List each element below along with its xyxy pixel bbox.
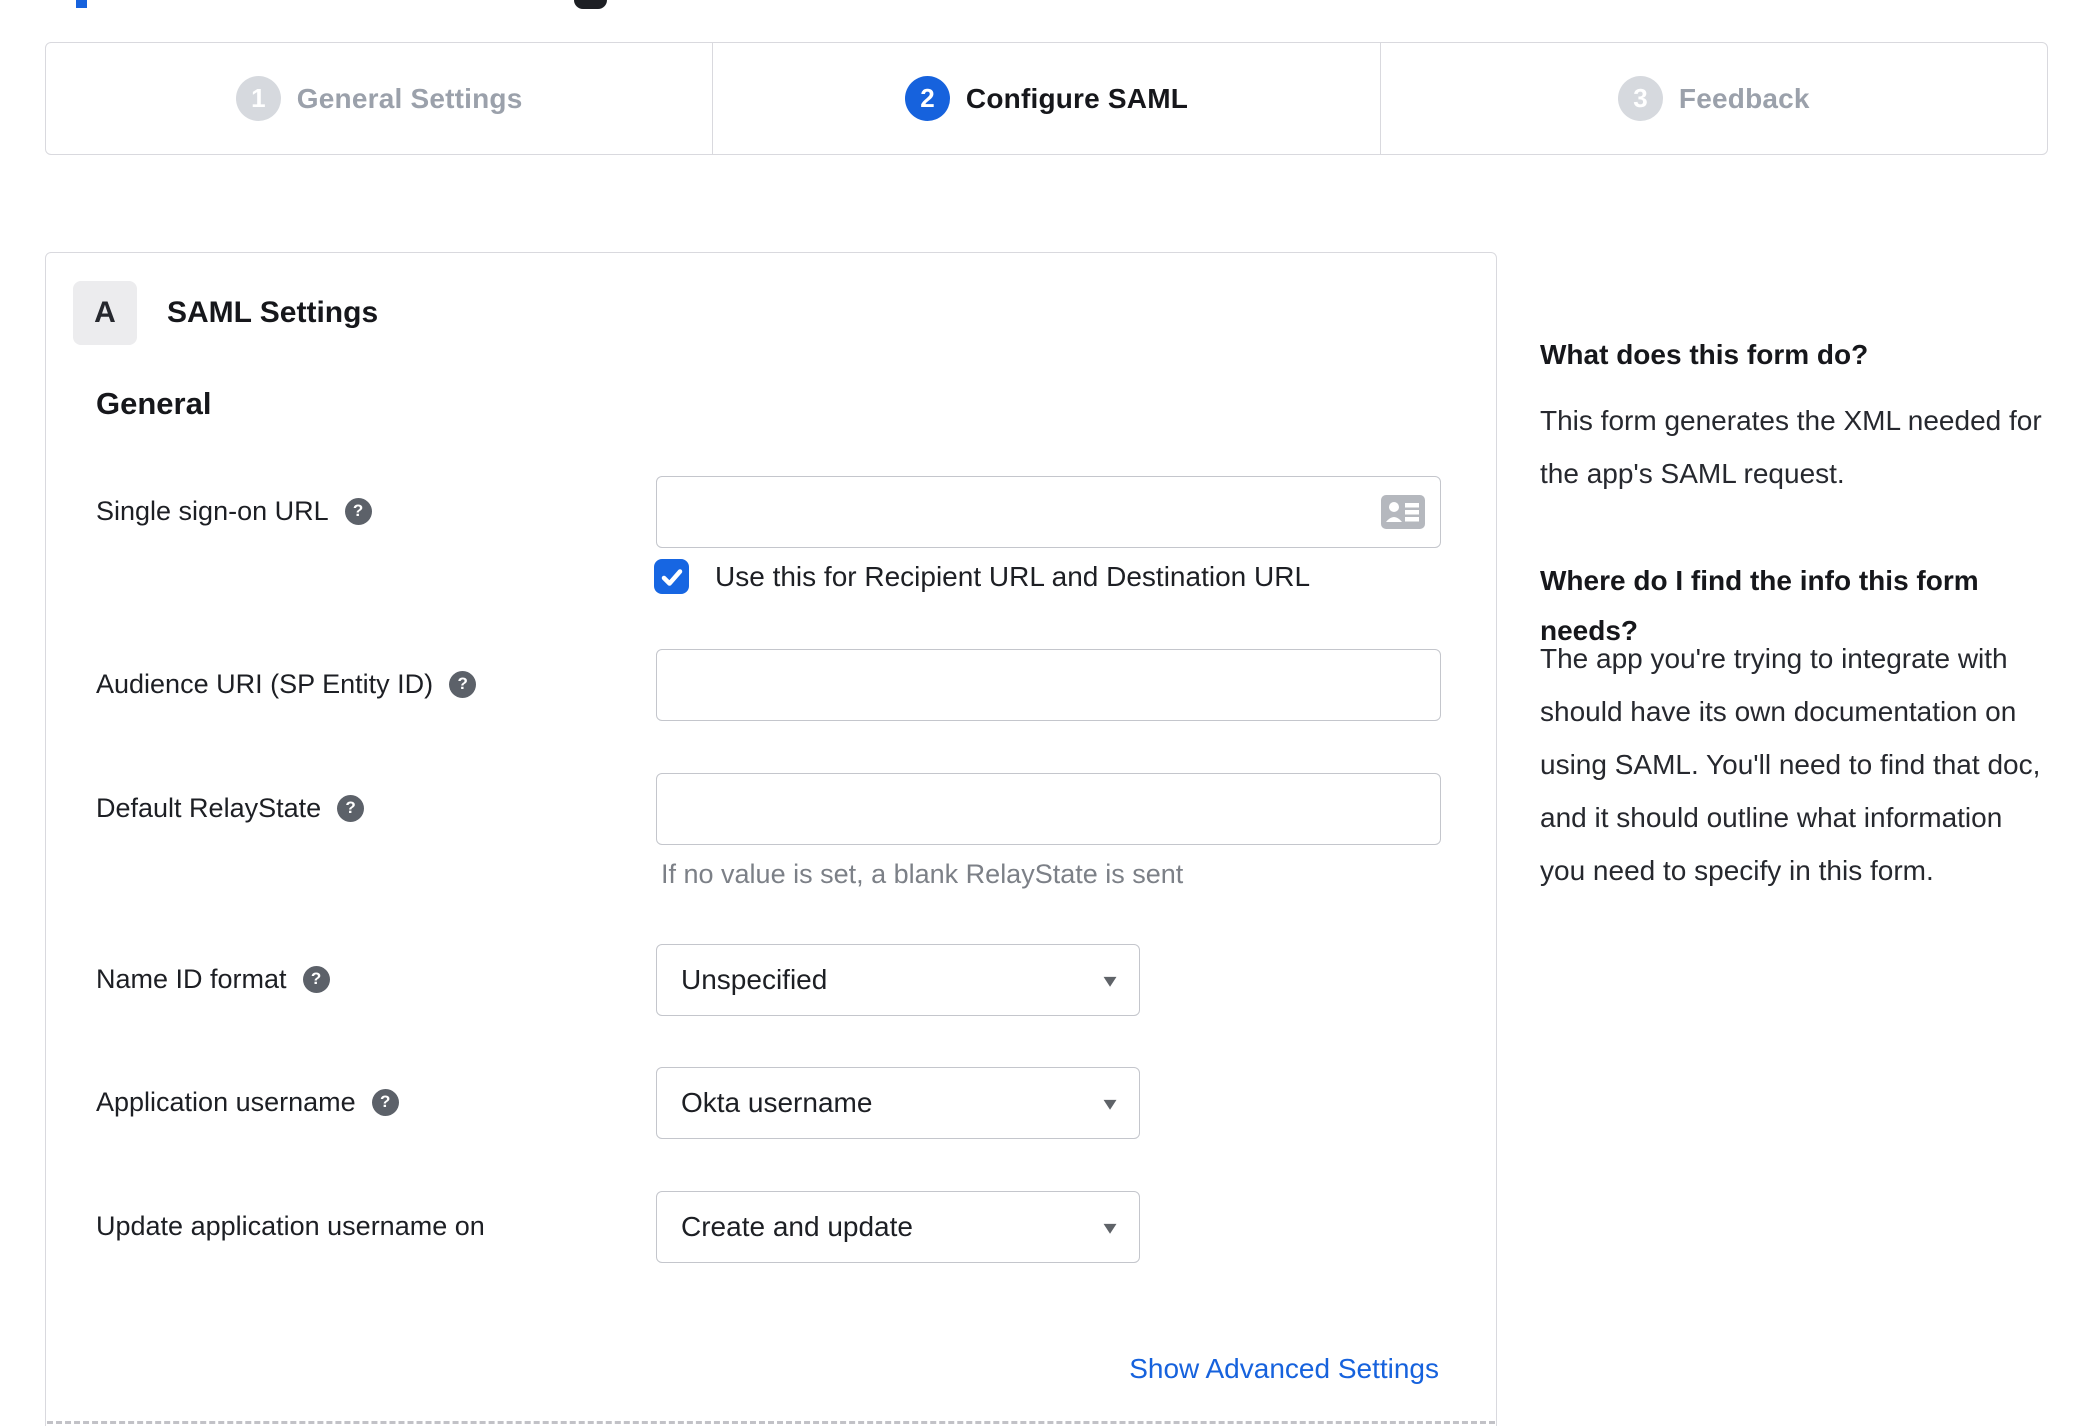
section-a-badge: A (73, 281, 137, 345)
select-value: Okta username (681, 1087, 873, 1118)
field-label: Default RelayState (96, 792, 322, 823)
sidebar-body-what: This form generates the XML needed for t… (1540, 405, 2042, 489)
sso-url-label-row: Single sign-on URL ? (96, 493, 372, 529)
sidebar-body-where: The app you're trying to integrate with … (1540, 643, 2041, 886)
help-icon[interactable]: ? (449, 670, 477, 698)
saml-settings-panel: A SAML Settings General Single sign-on U… (45, 252, 1497, 1426)
recipient-url-checkbox-row: Use this for Recipient URL and Destinati… (654, 559, 1310, 594)
select-value: Create and update (681, 1211, 913, 1242)
step-number-badge: 2 (904, 76, 950, 121)
step-label: Feedback (1678, 82, 1810, 114)
step-configure-saml[interactable]: 2 Configure SAML (712, 43, 1379, 154)
field-label: Audience URI (SP Entity ID) (96, 668, 434, 699)
contact-card-icon[interactable] (1381, 495, 1425, 529)
panel-title: SAML Settings (167, 296, 379, 329)
step-label: Configure SAML (965, 82, 1189, 114)
relaystate-input[interactable] (656, 773, 1441, 845)
cut-off-title-fragment-blue (76, 0, 87, 8)
audience-uri-input[interactable] (656, 649, 1441, 721)
show-advanced-settings-link[interactable]: Show Advanced Settings (656, 1353, 1439, 1385)
sso-url-input-wrap (656, 476, 1441, 548)
step-label: General Settings (296, 82, 523, 114)
field-label: Name ID format (96, 963, 287, 994)
field-label: Update application username on (96, 1210, 485, 1241)
chevron-down-icon: ▾ (1103, 1092, 1117, 1115)
help-icon[interactable]: ? (302, 965, 330, 993)
step-number-badge: 3 (1617, 76, 1663, 121)
step-general-settings[interactable]: 1 General Settings (46, 43, 712, 154)
help-icon[interactable]: ? (371, 1088, 399, 1116)
sidebar-heading-what: What does this form do? (1540, 339, 1869, 370)
relaystate-label-row: Default RelayState ? (96, 790, 365, 826)
step-feedback[interactable]: 3 Feedback (1379, 43, 2047, 154)
help-icon[interactable]: ? (337, 794, 365, 822)
help-icon[interactable]: ? (344, 497, 372, 525)
chevron-down-icon: ▾ (1103, 1216, 1117, 1239)
update-username-on-select[interactable]: Create and update ▾ (656, 1191, 1140, 1263)
field-label: Single sign-on URL (96, 495, 329, 526)
application-username-label-row: Application username ? (96, 1084, 399, 1120)
panel-header: A SAML Settings (73, 281, 378, 345)
wizard-stepper: 1 General Settings 2 Configure SAML 3 Fe… (45, 42, 2048, 155)
section-dashed-divider (47, 1421, 1495, 1424)
chevron-down-icon: ▾ (1103, 969, 1117, 992)
field-label: Application username (96, 1086, 356, 1117)
step-number-badge: 1 (235, 76, 281, 121)
general-section-heading: General (96, 386, 212, 421)
checkbox-label: Use this for Recipient URL and Destinati… (715, 560, 1311, 592)
audience-uri-label-row: Audience URI (SP Entity ID) ? (96, 666, 477, 702)
checkmark-icon (661, 568, 682, 586)
select-value: Unspecified (681, 964, 828, 995)
application-username-select[interactable]: Okta username ▾ (656, 1067, 1140, 1139)
update-username-on-label-row: Update application username on (96, 1208, 485, 1244)
sso-url-input[interactable] (656, 476, 1441, 548)
recipient-url-checkbox[interactable] (654, 559, 689, 594)
relaystate-hint: If no value is set, a blank RelayState i… (661, 859, 1184, 889)
cut-off-title-fragment-black (574, 0, 607, 9)
name-id-format-label-row: Name ID format ? (96, 961, 330, 997)
saml-wizard-page: 1 General Settings 2 Configure SAML 3 Fe… (0, 0, 2092, 1426)
name-id-format-select[interactable]: Unspecified ▾ (656, 944, 1140, 1016)
